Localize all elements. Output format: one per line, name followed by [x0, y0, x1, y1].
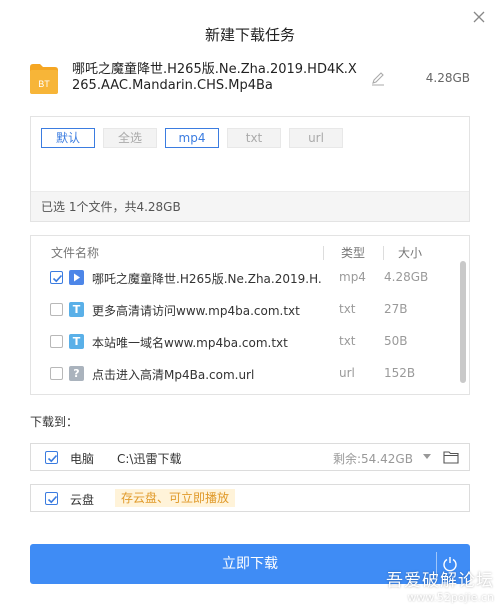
- row-file-size: 27B: [384, 302, 408, 316]
- unknown-file-icon: ?: [69, 366, 84, 381]
- dialog-title: 新建下载任务: [204, 26, 295, 44]
- chip-default[interactable]: 默认: [41, 128, 95, 148]
- file-row[interactable]: T 更多高清请访问www.mp4ba.com.txt txt 27B: [31, 299, 459, 321]
- list-scrollbar[interactable]: [460, 261, 466, 383]
- row-file-name: 更多高清请访问www.mp4ba.com.txt: [92, 304, 300, 318]
- pc-checkbox[interactable]: [45, 451, 58, 464]
- column-divider: [323, 246, 324, 260]
- cloud-tip-badge: 存云盘、可立即播放: [115, 489, 236, 507]
- file-name: 哪吒之魔童降世.H265版.Ne.Zha.2019.HD4K.X265.AAC.…: [72, 62, 357, 93]
- column-type[interactable]: 类型: [341, 244, 365, 261]
- file-size: 4.28GB: [425, 71, 470, 85]
- row-file-type: txt: [339, 302, 356, 316]
- cloud-label: 云盘: [70, 493, 95, 507]
- folder-icon[interactable]: [443, 450, 459, 464]
- text-file-icon: T: [69, 334, 84, 349]
- watermark-title: 吾爱破解论坛: [386, 571, 494, 591]
- pc-free-space: 剩余:54.42GB: [333, 452, 413, 466]
- row-file-type: txt: [339, 334, 356, 348]
- row-file-type: url: [339, 366, 355, 380]
- chip-txt[interactable]: txt: [227, 128, 281, 148]
- row-checkbox[interactable]: [50, 335, 63, 348]
- pc-label: 电脑: [70, 452, 95, 466]
- row-file-size: 50B: [384, 334, 408, 348]
- filter-chips: 默认 全选 mp4 txt url: [41, 128, 343, 148]
- file-row[interactable]: T 本站唯一域名www.mp4ba.com.txt txt 50B: [31, 331, 459, 353]
- file-list: 文件名称 类型 大小 哪吒之魔童降世.H265版.Ne.Zha.2019.H..…: [30, 235, 470, 395]
- chip-mp4[interactable]: mp4: [165, 128, 219, 148]
- file-row[interactable]: 哪吒之魔童降世.H265版.Ne.Zha.2019.H... mp4 4.28G…: [31, 267, 459, 289]
- video-icon: [69, 270, 84, 285]
- chip-url[interactable]: url: [289, 128, 343, 148]
- bt-file-icon: BT: [30, 64, 58, 94]
- cloud-checkbox[interactable]: [45, 492, 58, 505]
- selection-summary: 已选 1个文件，共4.28GB: [31, 191, 469, 221]
- row-file-size: 152B: [384, 366, 416, 380]
- row-checkbox[interactable]: [50, 367, 63, 380]
- column-size[interactable]: 大小: [398, 244, 422, 261]
- dest-cloud: 云盘 存云盘、可立即播放: [30, 484, 470, 512]
- filter-panel: 默认 全选 mp4 txt url 已选 1个文件，共4.28GB: [30, 116, 470, 222]
- row-checkbox[interactable]: [50, 303, 63, 316]
- row-file-name: 点击进入高清Mp4Ba.com.url: [92, 368, 255, 382]
- check-icon: [47, 454, 58, 463]
- close-icon[interactable]: [470, 8, 488, 26]
- row-file-name: 哪吒之魔童降世.H265版.Ne.Zha.2019.H...: [92, 272, 322, 286]
- dest-pc: 电脑 C:\迅雷下载 剩余:54.42GB: [30, 443, 470, 471]
- check-icon: [52, 274, 63, 283]
- chevron-down-icon[interactable]: [423, 454, 431, 459]
- row-file-name: 本站唯一域名www.mp4ba.com.txt: [92, 336, 288, 350]
- pc-path[interactable]: C:\迅雷下载: [117, 450, 181, 467]
- svg-text:BT: BT: [38, 79, 50, 89]
- file-row[interactable]: ? 点击进入高清Mp4Ba.com.url url 152B: [31, 363, 459, 385]
- column-divider: [383, 246, 384, 260]
- download-to-label: 下载到：: [30, 415, 79, 429]
- check-icon: [47, 495, 58, 504]
- list-header: 文件名称 类型 大小: [31, 244, 469, 262]
- text-file-icon: T: [69, 302, 84, 317]
- edit-icon[interactable]: [370, 71, 386, 87]
- column-name[interactable]: 文件名称: [51, 244, 99, 261]
- file-header: BT 哪吒之魔童降世.H265版.Ne.Zha.2019.HD4K.X265.A…: [30, 62, 470, 98]
- chip-select-all[interactable]: 全选: [103, 128, 157, 148]
- row-file-type: mp4: [339, 270, 366, 284]
- row-file-size: 4.28GB: [384, 270, 429, 284]
- download-button-label: 立即下载: [222, 556, 278, 572]
- row-checkbox[interactable]: [50, 271, 63, 284]
- watermark: 吾爱破解论坛 www.52pojie.cn: [386, 566, 494, 604]
- watermark-url: www.52pojie.cn: [407, 591, 494, 604]
